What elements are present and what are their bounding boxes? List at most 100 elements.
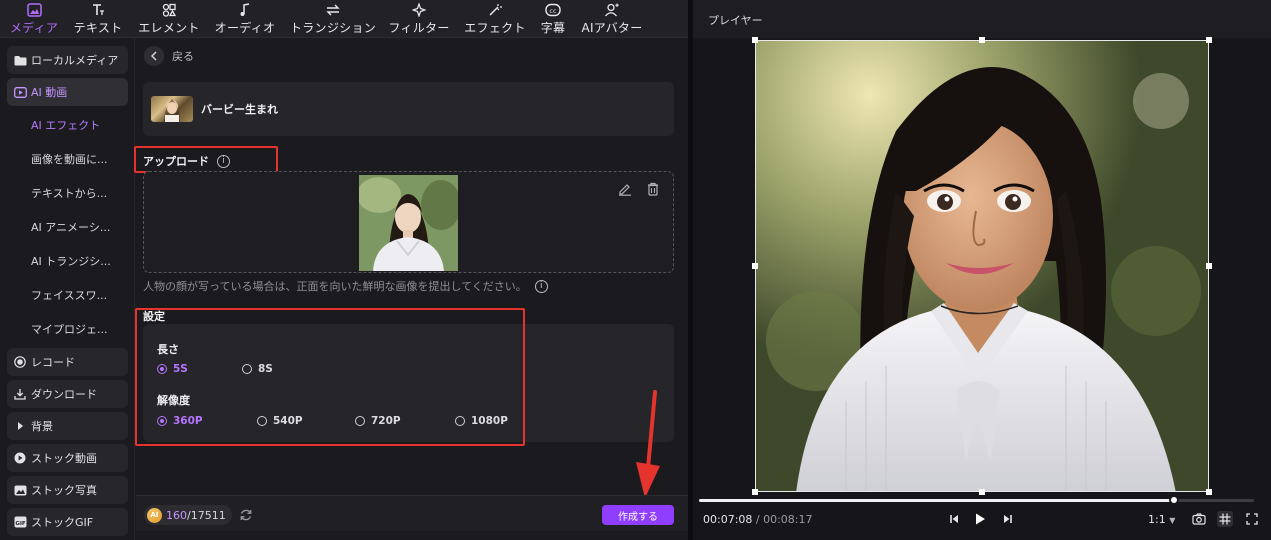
credits-used: 160 bbox=[166, 508, 187, 522]
prev-frame-icon[interactable] bbox=[946, 511, 962, 527]
resize-handle[interactable] bbox=[752, 489, 758, 495]
tab-subtitle-label: 字幕 bbox=[540, 21, 566, 35]
create-button[interactable]: 作成する bbox=[602, 505, 674, 525]
sidebar-subitem-ai-transition[interactable]: AI トランジシ... bbox=[31, 250, 131, 272]
tab-element-label: エレメント bbox=[138, 21, 200, 35]
sidebar-subitem-text-to-video[interactable]: テキストから... bbox=[31, 182, 131, 204]
caret-right-icon bbox=[13, 419, 27, 433]
tab-transition-label: トランジション bbox=[289, 21, 377, 35]
aspect-ratio-value: 1:1 bbox=[1148, 513, 1166, 526]
play-circle-icon bbox=[13, 451, 27, 465]
credits-total: /17511 bbox=[187, 508, 226, 522]
resize-handle[interactable] bbox=[979, 37, 985, 43]
chevron-left-icon bbox=[144, 46, 164, 66]
sidebar-subitem-ai-effect[interactable]: AI エフェクト bbox=[31, 114, 131, 136]
sidebar-item-ai-video[interactable]: AI 動画 bbox=[7, 78, 128, 106]
sidebar-subitem-face-swap[interactable]: フェイススワ... bbox=[31, 284, 131, 306]
credit-coin-icon: AI bbox=[147, 507, 162, 523]
info-icon[interactable]: i bbox=[217, 154, 230, 168]
sidebar-item-stock-photo[interactable]: ストック写真 bbox=[7, 476, 128, 504]
sidebar-item-local-media[interactable]: ローカルメディア bbox=[7, 46, 128, 74]
resolution-option-540p[interactable]: 540P bbox=[257, 415, 303, 427]
resize-handle[interactable] bbox=[1206, 263, 1212, 269]
audio-icon bbox=[238, 2, 252, 18]
resolution-option-720p[interactable]: 720P bbox=[355, 415, 401, 427]
fullscreen-icon[interactable] bbox=[1244, 511, 1260, 527]
hint-info-icon[interactable]: i bbox=[534, 279, 548, 293]
resolution-option-label: 1080P bbox=[471, 415, 508, 427]
sidebar-item-label: ダウンロード bbox=[31, 388, 97, 401]
download-icon bbox=[13, 387, 27, 401]
resize-handle[interactable] bbox=[752, 263, 758, 269]
settings-title: 設定 bbox=[143, 310, 165, 323]
red-arrow-icon bbox=[636, 390, 660, 498]
editor-footer: AI 160 /17511 作成する bbox=[136, 495, 688, 531]
sidebar-item-label: ストックGIF bbox=[31, 516, 94, 529]
length-option-5s[interactable]: 5S bbox=[157, 363, 188, 375]
radio-icon bbox=[455, 416, 465, 426]
sidebar-item-record[interactable]: レコード bbox=[7, 348, 128, 376]
video-preview[interactable] bbox=[755, 40, 1209, 492]
folder-icon bbox=[13, 53, 27, 67]
sidebar-subitem-ai-animation[interactable]: AI アニメーシ... bbox=[31, 216, 131, 238]
resolution-label: 解像度 bbox=[157, 394, 190, 407]
resize-handle[interactable] bbox=[752, 37, 758, 43]
tab-media[interactable]: メディア bbox=[10, 0, 58, 38]
tab-media-label: メディア bbox=[9, 21, 59, 35]
tab-effect[interactable]: エフェクト bbox=[464, 0, 526, 38]
camera-icon[interactable] bbox=[1191, 511, 1207, 527]
tab-subtitle[interactable]: cc 字幕 bbox=[538, 0, 568, 38]
radio-icon bbox=[355, 416, 365, 426]
sidebar-item-background[interactable]: 背景 bbox=[7, 412, 128, 440]
resolution-option-360p[interactable]: 360P bbox=[157, 415, 203, 427]
resize-handle[interactable] bbox=[979, 489, 985, 495]
resolution-option-1080p[interactable]: 1080P bbox=[455, 415, 508, 427]
sidebar-item-label: ローカルメディア bbox=[31, 54, 119, 67]
length-option-8s[interactable]: 8S bbox=[242, 363, 273, 375]
ai-effect-panel: 戻る バービー生まれ アップロード i 人物の顔が写っている場合は、正面を向いた… bbox=[134, 38, 688, 540]
text-icon bbox=[91, 2, 105, 18]
sidebar-item-stock-video[interactable]: ストック動画 bbox=[7, 444, 128, 472]
play-icon[interactable] bbox=[972, 511, 988, 527]
sidebar-subitem-my-projects[interactable]: マイプロジェ... bbox=[31, 318, 131, 340]
filter-icon bbox=[412, 2, 426, 18]
playback-progress[interactable] bbox=[699, 495, 1254, 505]
trash-icon[interactable] bbox=[646, 182, 662, 198]
back-button[interactable]: 戻る bbox=[144, 46, 194, 66]
settings-card: 長さ 5S 8S 解像度 360P 540P 720P 1080P bbox=[143, 324, 674, 442]
tab-text[interactable]: テキスト bbox=[72, 0, 124, 38]
radio-selected-icon bbox=[157, 416, 167, 426]
tab-transition[interactable]: トランジション bbox=[290, 0, 376, 38]
aspect-ratio-select[interactable]: 1:1 ▼ bbox=[1148, 513, 1175, 526]
sidebar-item-label: ストック写真 bbox=[31, 484, 97, 497]
tab-filter[interactable]: フィルター bbox=[388, 0, 450, 38]
radio-icon bbox=[257, 416, 267, 426]
sidebar-item-download[interactable]: ダウンロード bbox=[7, 380, 128, 408]
tab-text-label: テキスト bbox=[73, 21, 123, 35]
left-sidebar: ローカルメディア AI 動画 AI エフェクト 画像を動画に... テキストから… bbox=[0, 38, 135, 540]
next-frame-icon[interactable] bbox=[1000, 511, 1016, 527]
sidebar-subitem-image-to-video[interactable]: 画像を動画に... bbox=[31, 148, 131, 170]
tab-audio[interactable]: オーディオ bbox=[214, 0, 276, 38]
progress-fill bbox=[699, 499, 1174, 502]
upload-hint-text: 人物の顔が写っている場合は、正面を向いた鮮明な画像を提出してください。 bbox=[143, 280, 527, 293]
resize-handle[interactable] bbox=[1206, 37, 1212, 43]
effect-card[interactable]: バービー生まれ bbox=[143, 82, 674, 136]
tab-audio-label: オーディオ bbox=[214, 21, 276, 35]
sidebar-item-label: レコード bbox=[31, 356, 75, 369]
upload-hint: 人物の顔が写っている場合は、正面を向いた鮮明な画像を提出してください。 i bbox=[143, 278, 548, 294]
player-title: プレイヤー bbox=[708, 14, 763, 27]
tab-ai-avatar[interactable]: AIアバター bbox=[580, 0, 644, 38]
tab-element[interactable]: エレメント bbox=[138, 0, 200, 38]
resize-handle[interactable] bbox=[1206, 489, 1212, 495]
sidebar-item-stock-gif[interactable]: GIF ストックGIF bbox=[7, 508, 128, 536]
grid-icon[interactable] bbox=[1217, 511, 1233, 527]
back-label: 戻る bbox=[172, 50, 194, 63]
refresh-icon[interactable] bbox=[239, 508, 253, 522]
edit-icon[interactable] bbox=[618, 182, 634, 198]
upload-section-title: アップロード i bbox=[143, 153, 230, 169]
upload-dropzone[interactable] bbox=[143, 171, 674, 273]
uploaded-photo bbox=[359, 175, 458, 271]
progress-knob[interactable] bbox=[1168, 495, 1179, 505]
current-time: 00:07:08 bbox=[703, 513, 753, 526]
